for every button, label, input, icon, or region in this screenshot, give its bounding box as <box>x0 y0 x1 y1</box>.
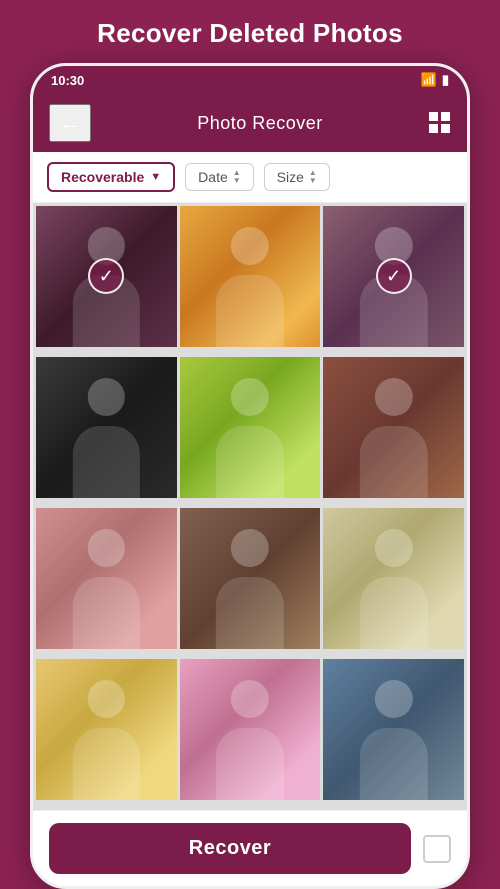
photo-item-5[interactable] <box>180 357 321 498</box>
phone-frame: 10:30 📶 ▮ ← Photo Recover Recoverable ▼ … <box>30 63 470 889</box>
photo-item-8[interactable] <box>180 508 321 649</box>
dropdown-arrow-icon: ▼ <box>150 171 161 183</box>
page-title: Recover Deleted Photos <box>77 0 423 63</box>
photo-item-9[interactable] <box>323 508 464 649</box>
toolbar-title: Photo Recover <box>197 113 323 134</box>
photo-item-4[interactable] <box>36 357 177 498</box>
photo-item-10[interactable] <box>36 659 177 800</box>
sort-arrows-size-icon: ▲▼ <box>309 169 317 185</box>
date-label: Date <box>198 169 228 185</box>
status-time: 10:30 <box>51 73 84 88</box>
photo-item-3[interactable]: ✓ <box>323 206 464 347</box>
select-all-checkbox[interactable] <box>423 835 451 863</box>
photo-item-12[interactable] <box>323 659 464 800</box>
battery-icon: ▮ <box>442 72 449 88</box>
back-button[interactable]: ← <box>49 104 91 142</box>
recoverable-label: Recoverable <box>61 169 144 185</box>
recoverable-filter[interactable]: Recoverable ▼ <box>47 162 175 192</box>
size-label: Size <box>277 169 304 185</box>
wifi-icon: 📶 <box>421 72 437 88</box>
toolbar: ← Photo Recover <box>33 94 467 152</box>
photo-item-6[interactable] <box>323 357 464 498</box>
filter-bar: Recoverable ▼ Date ▲▼ Size ▲▼ <box>33 152 467 203</box>
photo-item-11[interactable] <box>180 659 321 800</box>
status-bar: 10:30 📶 ▮ <box>33 66 467 94</box>
recover-button[interactable]: Recover <box>49 823 411 874</box>
selection-check-1: ✓ <box>88 258 124 294</box>
size-sort-button[interactable]: Size ▲▼ <box>264 163 330 191</box>
photo-item-7[interactable] <box>36 508 177 649</box>
grid-view-icon[interactable] <box>429 112 451 134</box>
bottom-bar: Recover <box>33 810 467 886</box>
status-icons: 📶 ▮ <box>421 72 449 88</box>
selection-check-3: ✓ <box>376 258 412 294</box>
date-sort-button[interactable]: Date ▲▼ <box>185 163 254 191</box>
photo-grid: ✓ ✓ <box>33 203 467 810</box>
photo-item-1[interactable]: ✓ <box>36 206 177 347</box>
sort-arrows-icon: ▲▼ <box>233 169 241 185</box>
photo-item-2[interactable] <box>180 206 321 347</box>
